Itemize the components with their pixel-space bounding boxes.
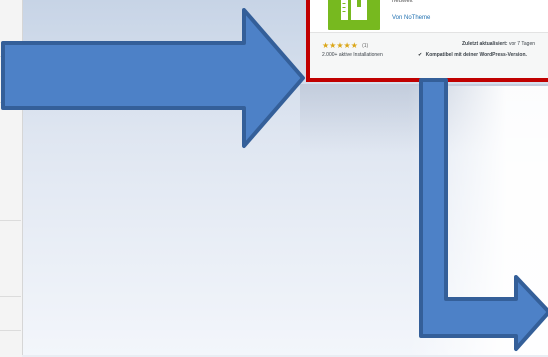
right-arrow-left: [1, 8, 305, 148]
screenshot-stage: neuwelt Von NoTheme ★★★★★ (1) 2.000+ akt…: [0, 0, 548, 357]
down-right-arrow: [419, 78, 548, 351]
annotation-arrows: [1, 8, 548, 351]
